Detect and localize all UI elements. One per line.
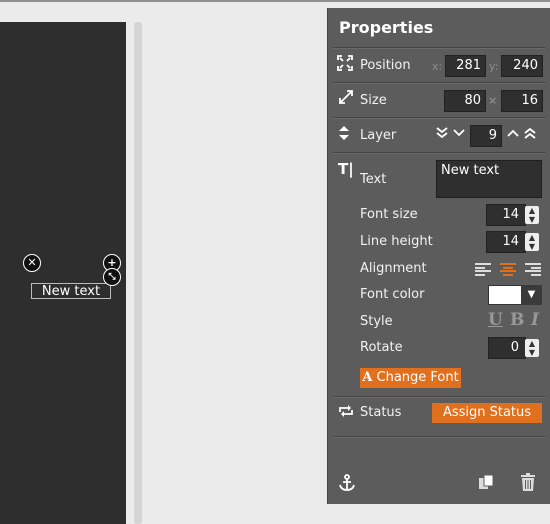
delete-handle-icon[interactable]: ✕: [23, 254, 41, 272]
size-label: Size: [360, 93, 387, 108]
panel-title: Properties: [339, 18, 434, 37]
change-font-button[interactable]: A Change Font: [360, 368, 461, 388]
size-height-input[interactable]: 16: [501, 90, 543, 112]
position-y-input[interactable]: 240: [501, 55, 543, 77]
refresh-icon: [338, 405, 354, 421]
font-size-label: Font size: [360, 207, 418, 222]
trash-icon[interactable]: [521, 473, 535, 495]
layer-input[interactable]: 9: [470, 125, 502, 147]
selected-text-content: New text: [41, 284, 101, 299]
resize-handle-icon[interactable]: ⤡: [103, 268, 121, 286]
align-center-icon[interactable]: [500, 263, 516, 276]
underline-button[interactable]: U: [488, 310, 503, 330]
size-width-input[interactable]: 80: [444, 90, 486, 112]
font-size-input[interactable]: 14: [486, 204, 526, 226]
properties-panel: Properties Position x: 281 y: 240 Size 8…: [327, 8, 550, 504]
bring-to-front-icon[interactable]: [524, 127, 536, 143]
color-dropdown-icon[interactable]: ▼: [521, 285, 542, 305]
send-backward-icon[interactable]: [453, 127, 465, 143]
text-content-input[interactable]: New text: [436, 160, 542, 198]
font-size-stepper[interactable]: ▲ ▼: [525, 206, 539, 224]
line-height-label: Line height: [360, 234, 433, 249]
position-label: Position: [360, 58, 411, 73]
line-height-stepper[interactable]: ▲ ▼: [525, 233, 539, 251]
send-to-back-icon[interactable]: [436, 127, 448, 143]
align-left-icon[interactable]: [475, 263, 491, 276]
text-tool-icon: T|: [338, 160, 354, 178]
assign-status-button[interactable]: Assign Status: [432, 403, 542, 423]
rotate-input[interactable]: 0: [488, 337, 526, 359]
size-separator: ×: [488, 94, 498, 107]
divider: [333, 47, 545, 49]
y-axis-label: y:: [489, 60, 499, 73]
line-height-input[interactable]: 14: [486, 231, 526, 253]
status-label: Status: [360, 405, 402, 420]
vertical-scrollbar[interactable]: [134, 22, 142, 524]
rotate-label: Rotate: [360, 340, 403, 355]
font-icon: A: [362, 370, 373, 385]
rotate-stepper[interactable]: ▲ ▼: [525, 339, 539, 357]
x-axis-label: x:: [432, 60, 443, 73]
bring-forward-icon[interactable]: [507, 127, 519, 143]
bold-button[interactable]: B: [510, 310, 524, 330]
divider: [333, 82, 545, 84]
change-font-label: Change Font: [376, 370, 459, 385]
text-label: Text: [360, 172, 387, 187]
style-label: Style: [360, 314, 393, 329]
align-right-icon[interactable]: [525, 263, 541, 276]
move-icon: [337, 55, 353, 75]
selected-text-element[interactable]: New text: [31, 283, 111, 299]
expand-icon: [339, 90, 353, 108]
alignment-label: Alignment: [360, 261, 427, 276]
divider: [333, 117, 545, 119]
design-canvas[interactable]: New text ✕ + ⤡: [0, 22, 126, 524]
divider: [333, 396, 545, 398]
duplicate-icon[interactable]: [478, 474, 494, 494]
italic-button[interactable]: I: [531, 310, 539, 330]
top-border: [0, 0, 550, 2]
layer-label: Layer: [360, 128, 397, 143]
layer-order-icon: [338, 125, 350, 145]
anchor-icon[interactable]: [339, 474, 355, 496]
divider: [333, 152, 545, 154]
divider: [333, 436, 545, 438]
position-x-input[interactable]: 281: [445, 55, 486, 77]
font-color-label: Font color: [360, 287, 425, 302]
